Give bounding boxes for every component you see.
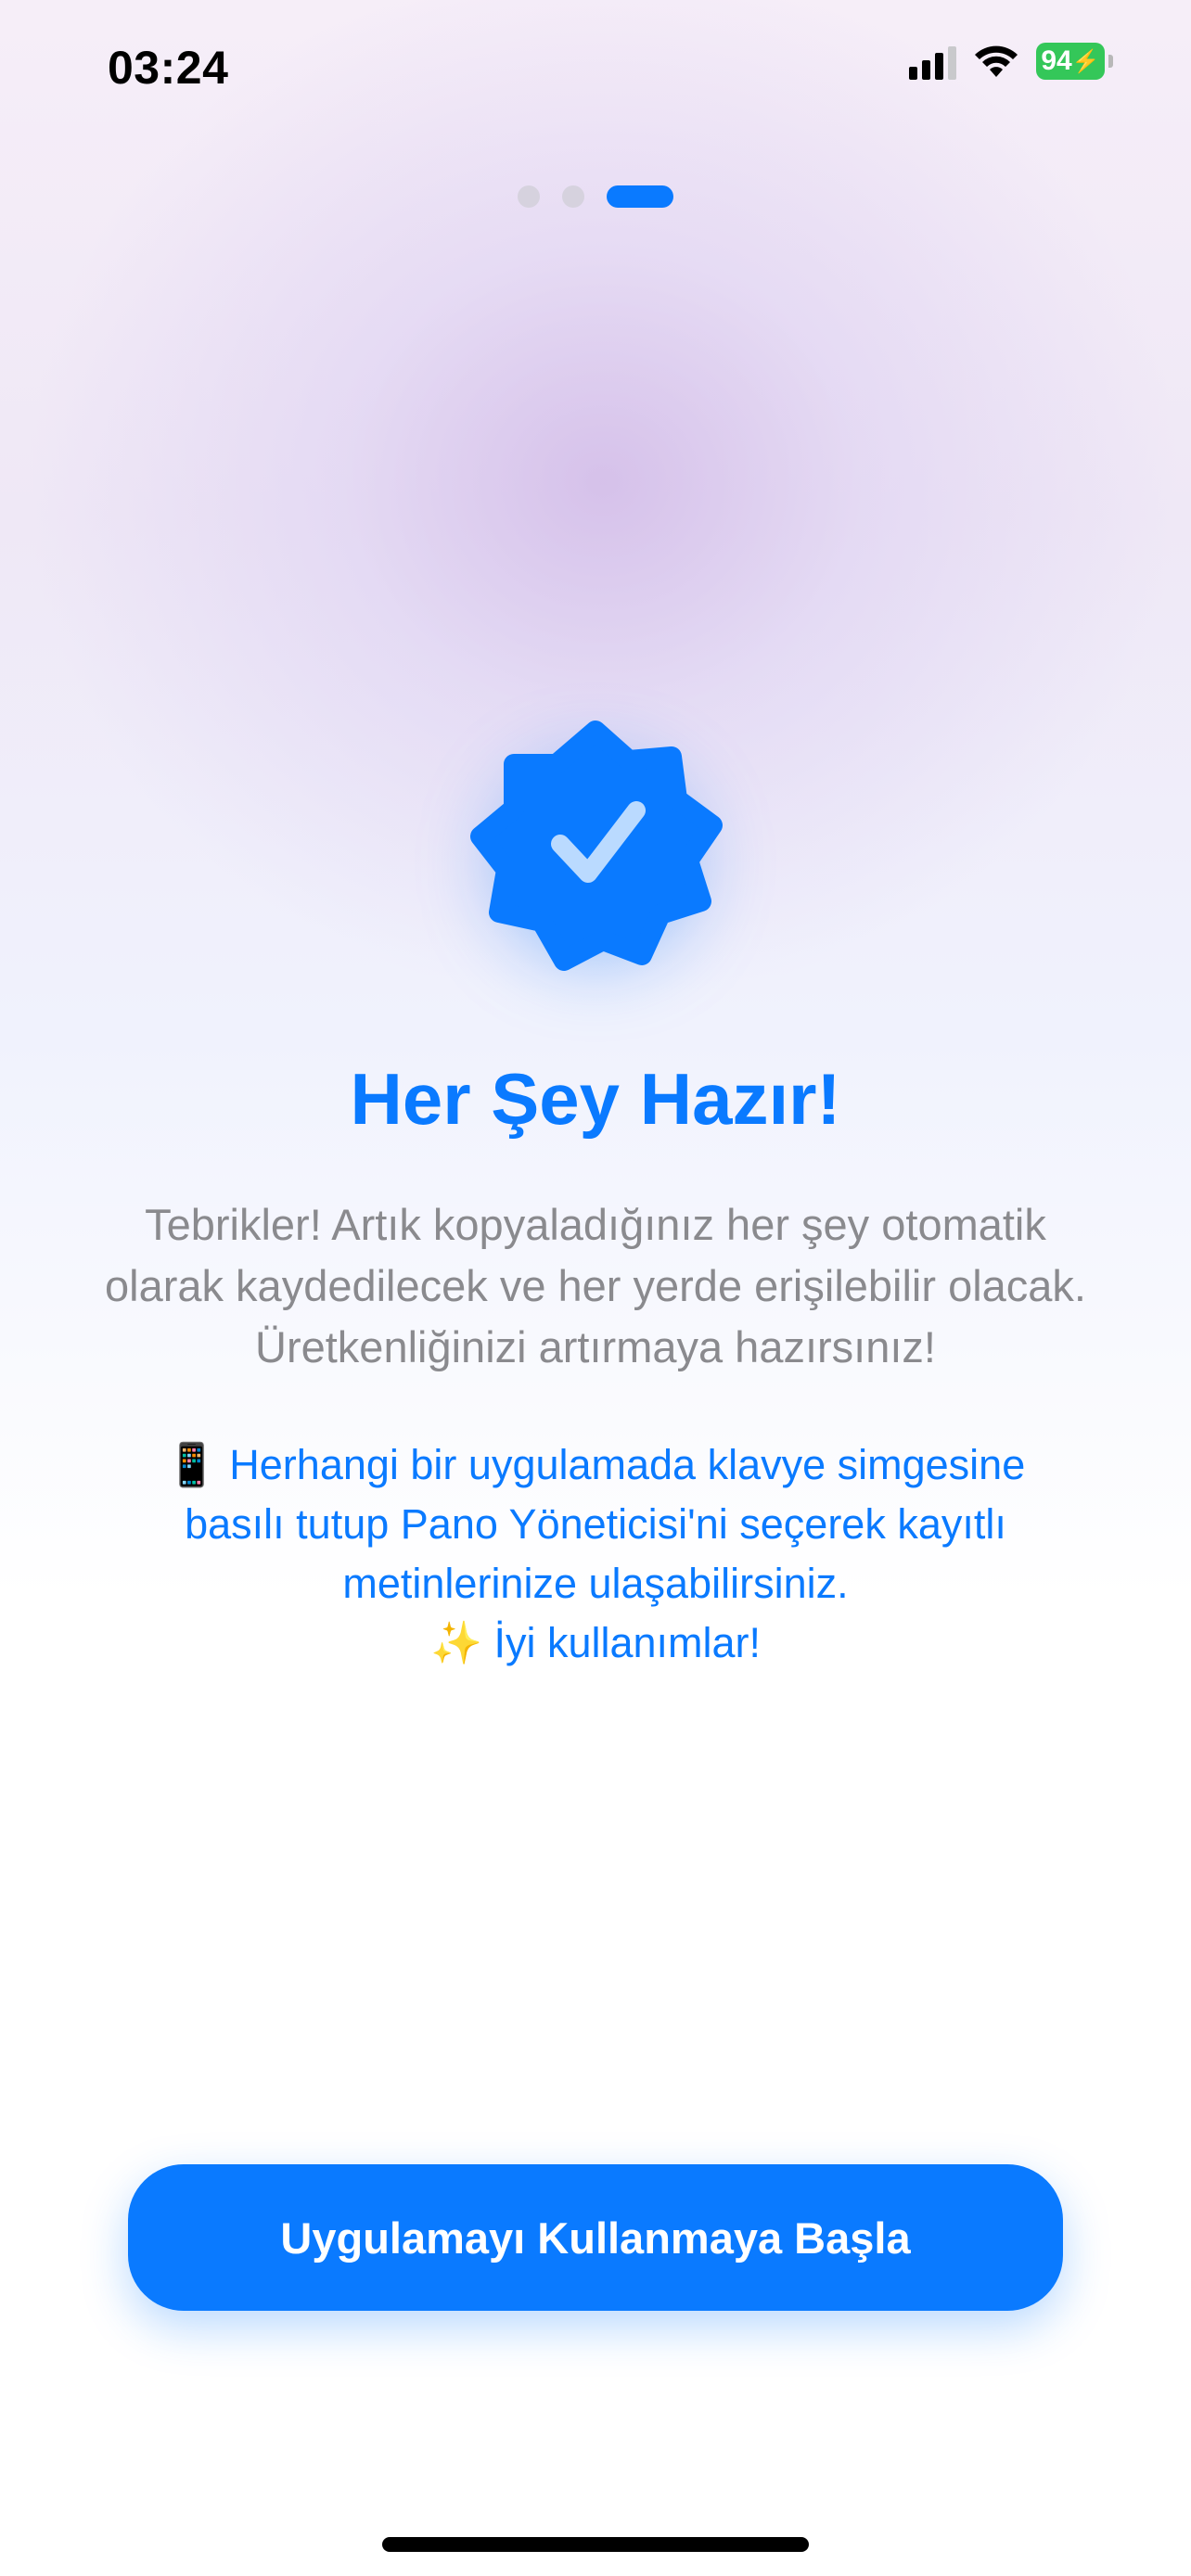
- checkmark-seal-icon: [470, 721, 723, 971]
- page-indicator: [0, 185, 1191, 208]
- success-badge: [456, 705, 735, 983]
- usage-hint: 📱 Herhangi bir uygulamada klavye simgesi…: [111, 1435, 1080, 1673]
- status-icons: 94 ⚡: [909, 43, 1113, 80]
- battery-indicator: 94 ⚡: [1036, 43, 1113, 80]
- hint-closing: ✨ İyi kullanımlar!: [429, 1619, 762, 1666]
- battery-level: 94: [1041, 45, 1072, 76]
- hint-keyboard-instruction: 📱 Herhangi bir uygulamada klavye simgesi…: [165, 1441, 1026, 1607]
- description-text: Tebrikler! Artık kopyaladığınız her şey …: [104, 1200, 1086, 1371]
- page-dot-3-active[interactable]: [607, 185, 673, 208]
- page-title: Her Şey Hazır!: [350, 1058, 841, 1140]
- status-time: 03:24: [108, 42, 229, 94]
- cellular-signal-icon: [909, 43, 956, 80]
- battery-charging-icon: 94 ⚡: [1036, 43, 1105, 80]
- start-using-app-button[interactable]: Uygulamayı Kullanmaya Başla: [128, 2164, 1063, 2311]
- wifi-icon: [975, 45, 1018, 77]
- page-dot-1[interactable]: [518, 185, 540, 208]
- home-indicator[interactable]: [382, 2537, 809, 2552]
- page-dot-2[interactable]: [562, 185, 584, 208]
- status-bar: 03:24 94 ⚡: [0, 0, 1191, 139]
